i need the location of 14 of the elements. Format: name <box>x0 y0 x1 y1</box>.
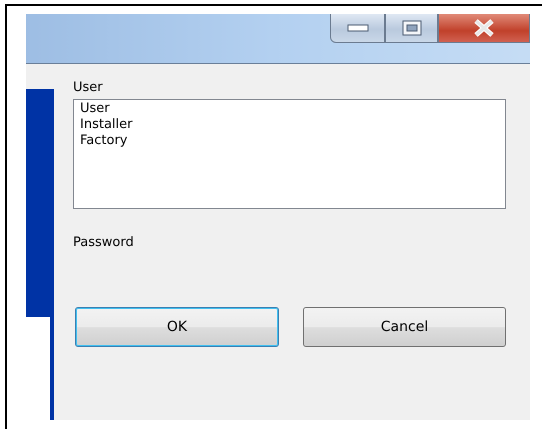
maximize-button[interactable] <box>385 14 438 43</box>
close-button[interactable] <box>438 14 530 43</box>
list-item[interactable]: User <box>80 101 110 117</box>
list-item[interactable]: Factory <box>80 133 128 149</box>
user-list[interactable]: User Installer Factory <box>73 99 506 209</box>
maximize-icon <box>402 20 422 36</box>
cancel-button[interactable]: Cancel <box>303 307 506 347</box>
user-label: User <box>73 79 104 96</box>
close-icon <box>473 19 495 37</box>
minimize-icon <box>346 24 368 32</box>
ok-button[interactable]: OK <box>75 307 279 347</box>
password-label: Password <box>73 234 135 251</box>
minimize-button[interactable] <box>330 14 385 43</box>
list-item[interactable]: Installer <box>80 117 132 133</box>
